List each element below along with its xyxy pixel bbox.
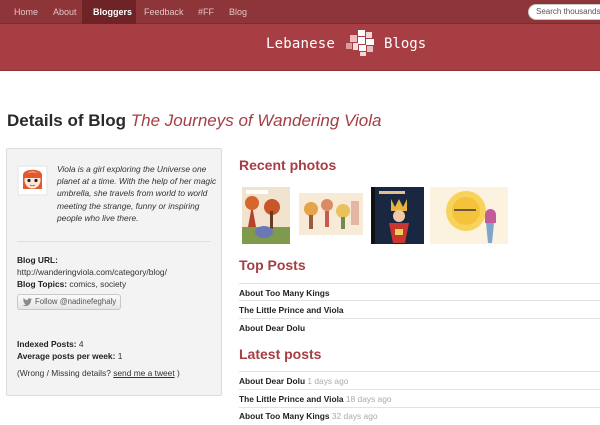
top-nav: Home About Bloggers Feedback #FF Blog Se… bbox=[0, 0, 600, 24]
twitter-bird-icon bbox=[22, 298, 32, 306]
latest-post-title[interactable]: About Dear Dolu bbox=[239, 376, 305, 386]
brand-name-right: Blogs bbox=[384, 36, 427, 52]
report-details: (Wrong / Missing details? send me a twee… bbox=[17, 368, 180, 378]
post-divider bbox=[239, 389, 600, 390]
blog-url-label-text: Blog URL: bbox=[17, 255, 58, 265]
nav-item-feedback[interactable]: Feedback bbox=[136, 0, 192, 24]
latest-post-age: 32 days ago bbox=[331, 411, 378, 421]
nav-item-blog[interactable]: Blog bbox=[218, 0, 258, 24]
lebanese-blogs-logo[interactable] bbox=[346, 30, 378, 56]
indexed-posts-label: Indexed Posts: bbox=[17, 339, 77, 349]
post-divider bbox=[239, 283, 600, 284]
photo-thumbnail-4[interactable] bbox=[430, 187, 508, 244]
page-title-prefix: Details of Blog bbox=[7, 111, 127, 130]
post-divider bbox=[239, 318, 600, 319]
average-posts-value: 1 bbox=[117, 351, 123, 361]
latest-post-title[interactable]: About Too Many Kings bbox=[239, 411, 330, 421]
post-divider bbox=[239, 407, 600, 408]
post-divider bbox=[239, 300, 600, 301]
report-details-suffix: ) bbox=[176, 368, 180, 378]
send-tweet-link[interactable]: send me a tweet bbox=[113, 368, 174, 378]
nav-item-ff[interactable]: #FF bbox=[192, 0, 218, 24]
top-post-item[interactable]: About Dear Dolu bbox=[239, 323, 305, 333]
nav-item-bloggers[interactable]: Bloggers bbox=[82, 0, 136, 24]
latest-post-item[interactable]: About Dear Dolu 1 days ago bbox=[239, 376, 348, 386]
latest-post-age: 18 days ago bbox=[345, 394, 392, 404]
photo-thumbnail-2[interactable] bbox=[296, 187, 366, 244]
blog-topics-label: Blog Topics: bbox=[17, 279, 68, 289]
average-posts-label: Average posts per week: bbox=[17, 351, 116, 361]
brand-name-left: Lebanese bbox=[266, 36, 336, 52]
blog-topics-value: comics, society bbox=[69, 279, 127, 289]
top-post-item[interactable]: About Too Many Kings bbox=[239, 288, 330, 298]
post-divider bbox=[239, 371, 600, 372]
blog-topics: Blog Topics: comics, society bbox=[17, 279, 126, 289]
photo-thumbnail-1[interactable] bbox=[242, 187, 290, 244]
average-posts: Average posts per week: 1 bbox=[17, 351, 122, 361]
latest-post-age: 1 days ago bbox=[307, 376, 349, 386]
blog-url-label: Blog URL: bbox=[17, 255, 58, 265]
blog-name: The Journeys of Wandering Viola bbox=[130, 111, 382, 130]
photo-thumbnail-3[interactable] bbox=[371, 187, 424, 244]
page-title: Details of Blog The Journeys of Wanderin… bbox=[7, 111, 382, 131]
nav-item-about[interactable]: About bbox=[46, 0, 82, 24]
top-post-item[interactable]: The Little Prince and Viola bbox=[239, 305, 344, 315]
latest-post-title[interactable]: The Little Prince and Viola bbox=[239, 394, 344, 404]
top-posts-title: Top Posts bbox=[239, 257, 306, 273]
search-input[interactable]: Search thousands bbox=[528, 4, 600, 20]
blog-avatar-icon[interactable] bbox=[17, 165, 48, 196]
recent-photos-title: Recent photos bbox=[239, 157, 337, 173]
twitter-follow-label: Follow @nadinefeghaly bbox=[35, 297, 117, 306]
latest-post-item[interactable]: About Too Many Kings 32 days ago bbox=[239, 411, 378, 421]
report-details-prefix: (Wrong / Missing details? bbox=[17, 368, 111, 378]
latest-posts-title: Latest posts bbox=[239, 346, 322, 362]
indexed-posts-value: 4 bbox=[78, 339, 84, 349]
twitter-follow-button[interactable]: Follow @nadinefeghaly bbox=[17, 294, 121, 310]
blog-description: Viola is a girl exploring the Universe o… bbox=[57, 164, 217, 223]
card-divider bbox=[17, 241, 211, 242]
nav-item-home[interactable]: Home bbox=[0, 0, 46, 24]
blog-url[interactable]: http://wanderingviola.com/category/blog/ bbox=[17, 267, 167, 277]
indexed-posts: Indexed Posts: 4 bbox=[17, 339, 84, 349]
latest-post-item[interactable]: The Little Prince and Viola 18 days ago bbox=[239, 394, 392, 404]
